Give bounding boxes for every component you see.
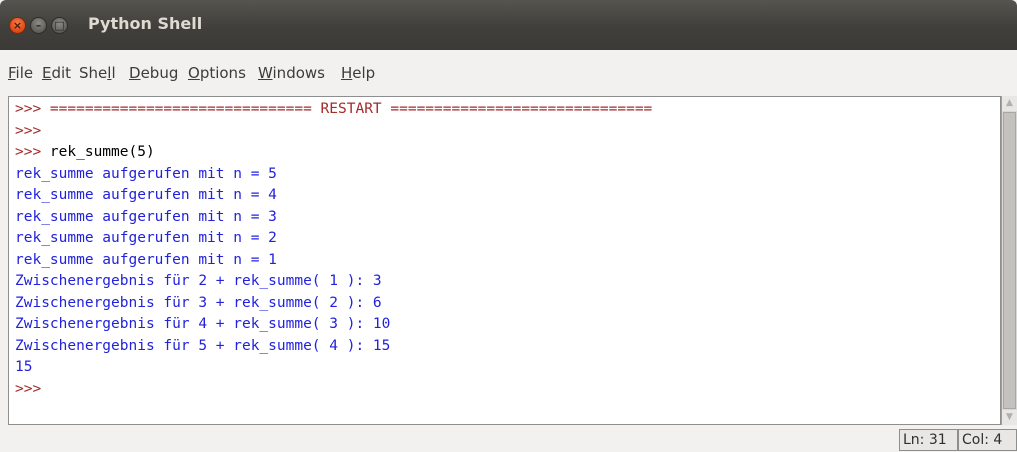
window-title: Python Shell: [88, 14, 203, 33]
shell-line-text: Zwischenergebnis für 2 + rek_summe( 1 ):…: [15, 273, 382, 289]
shell-line: rek_summe aufgerufen mit n = 4: [15, 186, 277, 205]
shell-line: rek_summe aufgerufen mit n = 3: [15, 208, 277, 227]
shell-line: Zwischenergebnis für 4 + rek_summe( 3 ):…: [15, 315, 390, 334]
shell-line-text: rek_summe aufgerufen mit n = 1: [15, 251, 277, 268]
shell-line: >>> rek_summe(5): [15, 143, 155, 162]
menu-bar: File Edit Shell Debug Options Windows He…: [0, 50, 1017, 96]
close-window-button[interactable]: ×: [9, 17, 26, 34]
shell-prompt: >>>: [15, 101, 50, 117]
shell-line: Zwischenergebnis für 2 + rek_summe( 1 ):…: [15, 272, 382, 291]
menu-help[interactable]: Help: [341, 64, 375, 82]
menu-edit[interactable]: Edit: [42, 64, 71, 82]
shell-line-text: 15: [15, 359, 33, 375]
shell-prompt: >>>: [15, 380, 50, 397]
shell-line-text: rek_summe aufgerufen mit n = 2: [15, 230, 277, 246]
status-column-number: Col: 4: [958, 429, 1017, 451]
shell-line: rek_summe aufgerufen mit n = 5: [15, 165, 277, 184]
menu-file[interactable]: File: [8, 64, 33, 82]
shell-line: rek_summe aufgerufen mit n = 1: [15, 251, 277, 270]
shell-line: 15: [15, 358, 32, 377]
shell-line-text: Zwischenergebnis für 5 + rek_summe( 4 ):…: [15, 337, 391, 354]
title-bar[interactable]: × – □ Python Shell: [0, 0, 1017, 50]
minimize-window-button[interactable]: –: [30, 17, 47, 34]
menu-shell[interactable]: Shell: [79, 64, 116, 82]
shell-line: rek_summe aufgerufen mit n = 2: [15, 229, 277, 248]
menu-options[interactable]: Options: [188, 64, 246, 82]
shell-line: Zwischenergebnis für 5 + rek_summe( 4 ):…: [15, 337, 390, 356]
shell-line-text: ============================== RESTART =…: [49, 101, 653, 117]
menu-debug[interactable]: Debug: [129, 64, 178, 82]
shell-line-text: rek_summe(5): [49, 144, 155, 160]
close-icon: ×: [12, 19, 23, 32]
status-line-number: Ln: 31: [899, 429, 958, 451]
shell-line-text: rek_summe aufgerufen mit n = 5: [15, 165, 277, 182]
shell-line-text: Zwischenergebnis für 3 + rek_summe( 2 ):…: [15, 294, 382, 311]
shell-prompt: >>>: [15, 144, 50, 160]
shell-line-text: rek_summe aufgerufen mit n = 3: [15, 208, 277, 225]
shell-line: >>>: [15, 122, 50, 141]
shell-line: >>> ============================== RESTA…: [15, 100, 652, 119]
minimize-icon: –: [35, 19, 42, 32]
shell-line: Zwischenergebnis für 3 + rek_summe( 2 ):…: [15, 294, 382, 313]
shell-line-text: rek_summe aufgerufen mit n = 4: [15, 187, 277, 203]
shell-line: >>>: [15, 380, 50, 399]
shell-line-text: Zwischenergebnis für 4 + rek_summe( 3 ):…: [15, 316, 391, 332]
vertical-scrollbar[interactable]: ▲ ▼: [1001, 96, 1017, 425]
shell-text-area[interactable]: >>> ============================== RESTA…: [8, 96, 1001, 425]
status-bar: Ln: 31 Col: 4: [0, 425, 1017, 452]
maximize-icon: □: [54, 19, 65, 32]
shell-prompt: >>>: [15, 122, 50, 139]
maximize-window-button[interactable]: □: [51, 17, 68, 34]
scroll-down-arrow-icon[interactable]: ▼: [1002, 410, 1017, 425]
scroll-thumb[interactable]: [1003, 112, 1016, 409]
menu-windows[interactable]: Windows: [258, 64, 325, 82]
scroll-up-arrow-icon[interactable]: ▲: [1002, 96, 1017, 111]
